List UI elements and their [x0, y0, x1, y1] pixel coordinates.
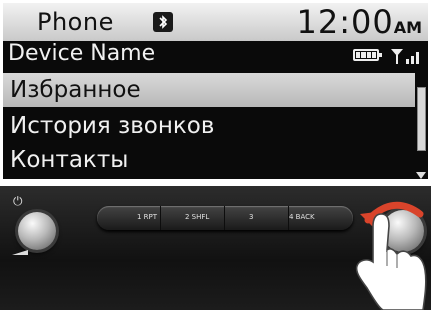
power-volume-knob[interactable]	[18, 212, 56, 250]
volume-ramp-icon	[12, 250, 28, 255]
preset-label-2: 2 SHFL	[185, 213, 210, 221]
preset-label-4: 4 BACK	[289, 213, 315, 221]
status-bar: Phone 12:00AM	[3, 3, 428, 41]
bluetooth-icon	[153, 12, 173, 32]
head-unit-screen: Phone 12:00AM Device Name Избранное Исто…	[3, 3, 428, 179]
preset-button-2[interactable]: 2 SHFL	[161, 206, 225, 230]
app-title: Phone	[37, 8, 114, 36]
signal-strength-icon	[391, 49, 419, 64]
clock-ampm: AM	[393, 18, 422, 37]
device-name: Device Name	[8, 41, 156, 66]
preset-label-3: 3	[249, 213, 254, 221]
clock-time: 12:00	[296, 3, 394, 41]
battery-icon	[353, 49, 382, 61]
power-icon: ⏻	[13, 194, 23, 208]
preset-button-3[interactable]: 3	[225, 206, 289, 230]
preset-button-4[interactable]: 4 BACK	[289, 206, 353, 230]
menu-item-favorites[interactable]: Избранное	[3, 73, 415, 107]
menu-item-call-history[interactable]: История звонков	[3, 109, 415, 143]
scrollbar[interactable]	[416, 75, 426, 179]
preset-label-1: 1 RPT	[137, 213, 158, 221]
device-row: Device Name	[3, 41, 428, 71]
scroll-down-arrow-icon	[416, 172, 426, 179]
preset-buttons: 1 RPT 2 SHFL 3 4 BACK	[97, 206, 353, 230]
hand-icon	[355, 213, 427, 310]
preset-button-1[interactable]: 1 RPT	[97, 206, 161, 230]
scroll-thumb[interactable]	[417, 87, 426, 151]
menu-item-contacts[interactable]: Контакты	[3, 143, 415, 177]
clock: 12:00AM	[296, 3, 422, 41]
